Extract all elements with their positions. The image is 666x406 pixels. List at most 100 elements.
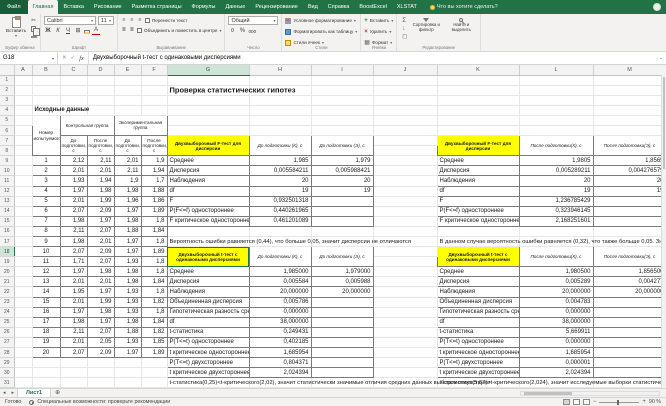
cell-A4[interactable] xyxy=(14,105,32,115)
cell-D19[interactable]: 2,07 xyxy=(87,257,114,267)
cell-L16[interactable] xyxy=(519,226,593,236)
cell-D11[interactable]: 1,94 xyxy=(87,176,114,186)
tab-рисование[interactable]: Рисование xyxy=(89,0,127,14)
cell-G20[interactable]: Среднее xyxy=(167,267,249,277)
cell-E5[interactable]: Экспериментальная группа xyxy=(114,115,167,135)
cell-C27[interactable]: 2,01 xyxy=(60,337,87,347)
cell-J21[interactable] xyxy=(373,277,437,287)
cell-M21[interactable]: 0,004277 xyxy=(593,277,666,287)
cell-C13[interactable]: 2,01 xyxy=(60,196,87,206)
cell-M20[interactable]: 1,856500 xyxy=(593,267,666,277)
font-color-button[interactable]: А xyxy=(92,27,100,35)
cell-I5[interactable] xyxy=(311,115,373,125)
cell-H21[interactable]: 0,005584 xyxy=(249,277,311,287)
underline-button[interactable]: Ч xyxy=(64,27,72,35)
cell-G26[interactable]: t-статистика xyxy=(167,327,249,337)
cell-I15[interactable] xyxy=(311,216,373,226)
cell-A30[interactable] xyxy=(14,368,32,378)
col-header-L[interactable]: L xyxy=(519,65,593,75)
cell-B11[interactable]: 3 xyxy=(32,176,60,186)
sheet-nav-left-icon[interactable]: ◂ xyxy=(0,389,9,397)
cell-J24[interactable] xyxy=(373,307,437,317)
fill-color-button[interactable] xyxy=(84,30,90,34)
row-header-5[interactable]: 5 xyxy=(0,115,14,125)
cell-G9[interactable]: Среднее xyxy=(167,156,249,166)
cell-F19[interactable]: 1,8 xyxy=(141,257,167,267)
col-header-D[interactable]: D xyxy=(87,65,114,75)
cell-L14[interactable]: 0,323946145 xyxy=(519,206,593,216)
tab-рецензирование[interactable]: Рецензирование xyxy=(250,0,302,14)
col-header-E[interactable]: E xyxy=(114,65,141,75)
cell-B29[interactable] xyxy=(32,358,60,368)
row-header-14[interactable]: 14 xyxy=(0,206,14,216)
cell-E24[interactable]: 1,93 xyxy=(114,307,141,317)
cell-D21[interactable]: 2,01 xyxy=(87,277,114,287)
cell-C15[interactable]: 1,98 xyxy=(60,216,87,226)
cell-C22[interactable]: 1,95 xyxy=(60,287,87,297)
cell-A22[interactable] xyxy=(14,287,32,297)
horizontal-scrollbar[interactable] xyxy=(520,391,660,396)
cell-I22[interactable]: 20,000000 xyxy=(311,287,373,297)
accessibility-status[interactable]: Специальные возможности: проверьте реком… xyxy=(37,399,170,405)
row-header-28[interactable]: 28 xyxy=(0,348,14,358)
tab-данные[interactable]: Данные xyxy=(220,0,250,14)
cell-H20[interactable]: 1,985000 xyxy=(249,267,311,277)
cell-L21[interactable]: 0,005289 xyxy=(519,277,593,287)
row-header-30[interactable]: 30 xyxy=(0,368,14,378)
cell-A7[interactable] xyxy=(14,136,32,146)
enter-icon[interactable]: ✓ xyxy=(71,55,76,61)
cell-K17[interactable]: В данном случае вероятность ошибки равня… xyxy=(437,237,519,247)
cell-E2[interactable] xyxy=(114,85,141,95)
cell-C20[interactable]: 1,97 xyxy=(60,267,87,277)
cell-I25[interactable] xyxy=(311,317,373,327)
cell-A19[interactable] xyxy=(14,257,32,267)
format-as-table-button[interactable]: Форматировать как таблицу▾ xyxy=(285,27,357,36)
cell-G25[interactable]: df xyxy=(167,317,249,327)
align-center-icon[interactable]: ≣ xyxy=(129,26,135,34)
cell-K16[interactable] xyxy=(437,226,519,236)
cell-E4[interactable] xyxy=(114,105,141,115)
col-header-A[interactable]: A xyxy=(14,65,32,75)
cell-G30[interactable]: t критическое двухстороннее xyxy=(167,368,249,378)
cell-L15[interactable]: 2,168251601 xyxy=(519,216,593,226)
cell-A18[interactable] xyxy=(14,247,32,257)
borders-button[interactable]: ⊞ xyxy=(74,27,82,35)
cell-B25[interactable]: 17 xyxy=(32,317,60,327)
cell-M29[interactable] xyxy=(593,358,666,368)
cell-K24[interactable]: Гипотетическая разность средних xyxy=(437,307,519,317)
cell-F26[interactable]: 1,82 xyxy=(141,327,167,337)
normal-view-icon[interactable] xyxy=(563,399,570,405)
row-header-4[interactable]: 4 xyxy=(0,105,14,115)
cell-K6[interactable] xyxy=(437,125,519,135)
name-box[interactable]: G18▾ xyxy=(0,52,58,64)
delete-cells-button[interactable]: × Удалить▾ xyxy=(364,27,393,36)
cell-F29[interactable] xyxy=(141,358,167,368)
cell-K23[interactable]: Объединенная дисперсия xyxy=(437,297,519,307)
cell-E22[interactable]: 1,93 xyxy=(114,287,141,297)
cell-A31[interactable] xyxy=(14,378,32,388)
cell-M15[interactable] xyxy=(593,216,666,226)
cell-F25[interactable]: 1,84 xyxy=(141,317,167,327)
cell-K12[interactable]: df xyxy=(437,186,519,196)
cell-H29[interactable]: 0,804371 xyxy=(249,358,311,368)
cell-G13[interactable]: F xyxy=(167,196,249,206)
cell-M24[interactable] xyxy=(593,307,666,317)
cell-J4[interactable] xyxy=(373,105,437,115)
zoom-slider[interactable] xyxy=(599,402,639,403)
cell-B10[interactable]: 2 xyxy=(32,166,60,176)
cell-C30[interactable] xyxy=(60,368,87,378)
cell-C21[interactable]: 2,01 xyxy=(60,277,87,287)
row-header-26[interactable]: 26 xyxy=(0,327,14,337)
cell-C28[interactable]: 2,07 xyxy=(60,348,87,358)
cell-K10[interactable]: Дисперсия xyxy=(437,166,519,176)
cell-J22[interactable] xyxy=(373,287,437,297)
cell-D9[interactable]: 2,11 xyxy=(87,156,114,166)
cell-F23[interactable]: 1,82 xyxy=(141,297,167,307)
cell-C3[interactable] xyxy=(60,95,87,105)
tab-file[interactable]: Файл xyxy=(0,0,28,14)
cell-J12[interactable] xyxy=(373,186,437,196)
zoom-in-icon[interactable]: + xyxy=(642,399,646,405)
cell-L7[interactable]: После подготовки(К), с xyxy=(519,136,593,156)
cell-M25[interactable] xyxy=(593,317,666,327)
cell-A12[interactable] xyxy=(14,186,32,196)
